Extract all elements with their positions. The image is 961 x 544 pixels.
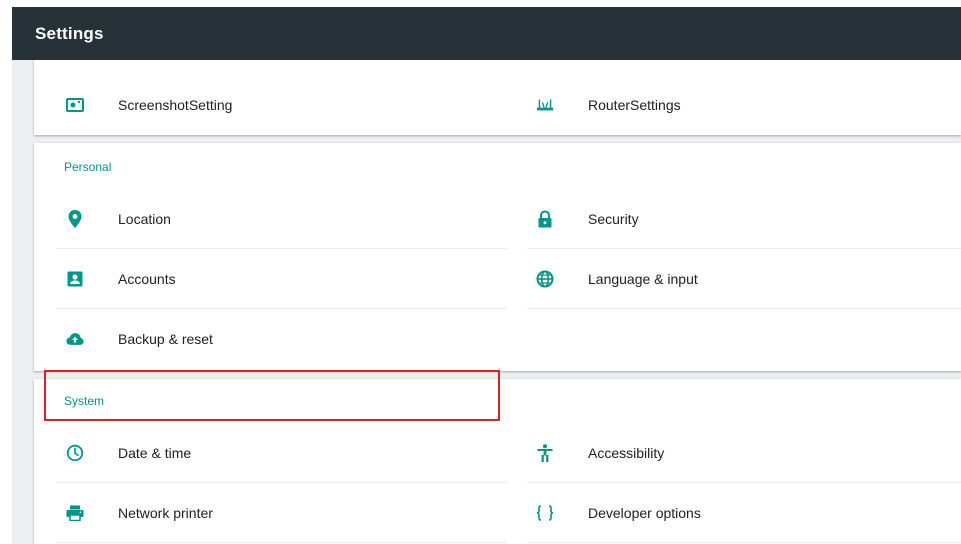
settings-item-screenshot[interactable]: ScreenshotSetting	[56, 75, 507, 135]
settings-item-label: RouterSettings	[588, 97, 681, 113]
accessibility-icon	[536, 443, 554, 462]
printer-icon	[66, 504, 84, 522]
cloud-upload-icon	[66, 330, 84, 348]
settings-item-label: Language & input	[588, 270, 698, 287]
settings-item-accessibility[interactable]: Accessibility	[527, 423, 961, 483]
settings-window: Settings ScreenshotSetting RouterSetting…	[0, 0, 961, 544]
location-pin-icon	[66, 209, 84, 228]
screenshot-icon	[66, 96, 84, 114]
settings-item-label: Accounts	[118, 270, 176, 287]
router-icon	[536, 96, 554, 114]
settings-item-label: Security	[588, 210, 639, 227]
settings-item-label: Location	[118, 210, 171, 227]
personal-section-card: Personal Location Security Accounts Lang…	[34, 143, 961, 371]
system-section-card: System Date & time Accessibility Network…	[34, 379, 961, 544]
section-title-personal: Personal	[64, 160, 112, 174]
settings-item-language[interactable]: Language & input	[527, 249, 961, 309]
settings-item-backup[interactable]: Backup & reset	[56, 309, 507, 369]
settings-item-date-time[interactable]: Date & time	[56, 423, 507, 483]
globe-icon	[536, 270, 554, 288]
settings-item-label: Developer options	[588, 504, 701, 521]
clock-icon	[66, 444, 84, 462]
settings-item-label: Accessibility	[588, 444, 665, 461]
settings-item-label: Backup & reset	[118, 331, 213, 347]
settings-item-security[interactable]: Security	[527, 189, 961, 249]
device-section-card: ScreenshotSetting RouterSettings	[34, 60, 961, 135]
settings-item-accounts[interactable]: Accounts	[56, 249, 507, 309]
settings-item-label: ScreenshotSetting	[118, 97, 233, 113]
settings-content: ScreenshotSetting RouterSettings Persona…	[12, 60, 961, 544]
section-title-system: System	[64, 394, 105, 408]
settings-item-developer-options[interactable]: Developer options	[527, 483, 961, 543]
braces-icon	[536, 504, 554, 522]
page-title: Settings	[35, 23, 104, 43]
lock-icon	[536, 209, 554, 228]
account-box-icon	[66, 270, 84, 288]
settings-item-network-printer[interactable]: Network printer	[56, 483, 507, 543]
settings-item-label: Date & time	[118, 444, 192, 461]
app-bar: Settings	[12, 7, 961, 60]
settings-item-location[interactable]: Location	[56, 189, 507, 249]
settings-item-router[interactable]: RouterSettings	[527, 75, 961, 135]
settings-item-label: Network printer	[118, 504, 213, 521]
